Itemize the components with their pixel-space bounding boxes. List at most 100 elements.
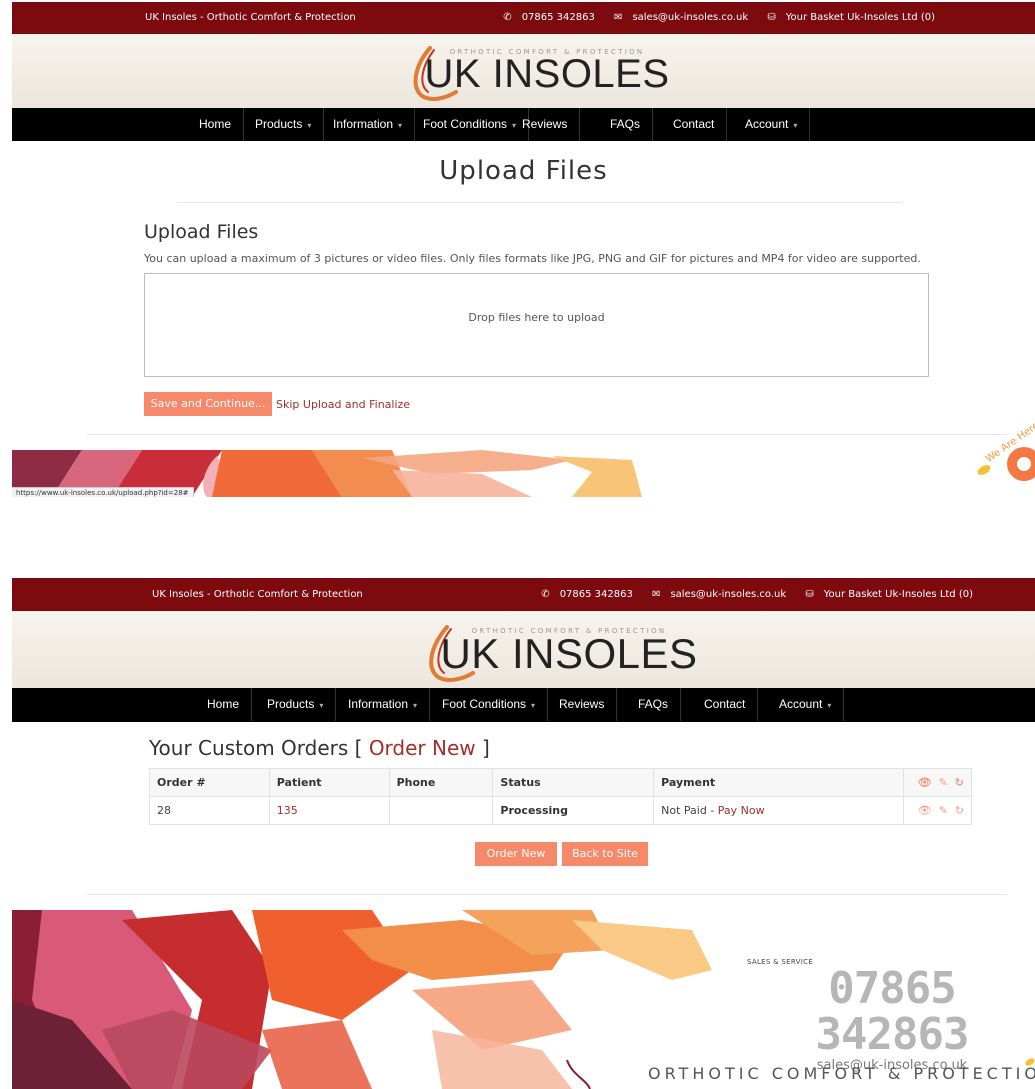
nav-account[interactable]: Account ▾	[733, 108, 811, 141]
nav-products[interactable]: Products ▾	[255, 688, 337, 721]
chevron-down-icon: ▾	[793, 121, 798, 130]
orders-title-text: Your Custom Orders [	[149, 736, 363, 760]
refresh-icon: ↻	[954, 776, 964, 789]
nav-label: Information	[333, 117, 394, 131]
nav-home[interactable]: Home	[195, 688, 253, 721]
status-cell: Processing	[492, 796, 655, 825]
phone-link[interactable]: ✆ 07865 342863	[495, 12, 595, 23]
email-text: sales@uk-insoles.co.uk	[632, 12, 749, 23]
chat-widget[interactable]: We Are Here	[972, 420, 1035, 492]
phone-text: 07865 342863	[559, 589, 633, 600]
payment-status: Not Paid	[661, 804, 707, 817]
table-row: 28 135 Processing Not Paid - Pay Now 👁 ✎ ↻	[149, 796, 973, 825]
chevron-down-icon: ▾	[319, 701, 324, 710]
orders-table: Order # Patient Phone Status Payment 👁 ✎ ↻…	[149, 768, 973, 825]
main-nav: Home Products ▾ Information ▾ Foot Conditi…	[12, 688, 1035, 722]
site-logo[interactable]: ORTHOTIC COMFORT & PROTECTION UK INSOLES	[422, 48, 672, 96]
upload-help-text: You can upload a maximum of 3 pictures o…	[144, 252, 921, 265]
file-dropzone[interactable]: Drop files here to upload	[144, 273, 929, 377]
chevron-down-icon: ▾	[413, 701, 418, 710]
table-header-row: Order # Patient Phone Status Payment 👁 ✎ ↻	[149, 768, 973, 797]
nav-contact[interactable]: Contact	[692, 688, 759, 721]
orders-title: Your Custom Orders [ Order New ]	[149, 736, 490, 760]
nav-label: Foot Conditions	[442, 697, 527, 711]
dropzone-label: Drop files here to upload	[468, 311, 605, 324]
nav-reviews[interactable]: Reviews	[510, 108, 581, 141]
nav-faqs[interactable]: FAQs	[626, 688, 682, 721]
skip-upload-link[interactable]: Skip Upload and Finalize	[276, 398, 410, 411]
nav-label: FAQs	[638, 697, 669, 711]
envelope-icon: ✉	[652, 589, 661, 600]
upload-section-title: Upload Files	[144, 221, 259, 243]
basket-icon: ⛁	[805, 589, 814, 600]
chat-bubble-icon	[1025, 1058, 1035, 1066]
back-to-site-button[interactable]: Back to Site	[562, 842, 648, 866]
nav-account[interactable]: Account ▾	[767, 688, 845, 721]
column-header[interactable]: Phone	[388, 768, 494, 797]
refresh-icon[interactable]: ↻	[955, 804, 964, 817]
nav-label: Reviews	[522, 117, 568, 131]
footer-phone[interactable]: 07865 342863	[747, 966, 1035, 1058]
nav-information[interactable]: Information ▾	[336, 688, 431, 721]
basket-text: Your Basket Uk-Insoles Ltd (0)	[823, 589, 973, 600]
nav-label: Reviews	[559, 697, 605, 711]
nav-information[interactable]: Information ▾	[321, 108, 416, 141]
upload-page-screenshot: UK Insoles - Orthotic Comfort & Protecti…	[12, 2, 1035, 497]
nav-foot-conditions[interactable]: Foot Conditions ▾	[430, 688, 549, 721]
page-title: Upload Files	[439, 156, 608, 186]
column-header[interactable]: Order #	[149, 768, 270, 797]
nav-label: Foot Conditions	[423, 117, 508, 131]
nav-home[interactable]: Home	[187, 108, 245, 141]
top-contacts: ✆ 07865 342863 ✉ sales@uk-insoles.co.uk ⛁ Y…	[525, 578, 973, 611]
top-bar: UK Insoles - Orthotic Comfort & Protecti…	[12, 578, 1035, 611]
nav-faqs[interactable]: FAQs	[598, 108, 654, 141]
site-logo[interactable]: ORTHOTIC COMFORT & PROTECTION UK INSOLES	[440, 627, 698, 675]
order-new-link[interactable]: Order New	[369, 736, 476, 760]
basket-text: Your Basket Uk-Insoles Ltd (0)	[785, 12, 935, 23]
basket-icon: ⛁	[767, 12, 776, 23]
nav-label: Contact	[704, 697, 746, 711]
column-header[interactable]: Payment	[653, 768, 904, 797]
top-contacts: ✆ 07865 342863 ✉ sales@uk-insoles.co.uk ⛁ Y…	[487, 2, 935, 34]
email-link[interactable]: ✉ sales@uk-insoles.co.uk	[644, 589, 786, 600]
browser-status-url: https://www.uk-insoles.co.uk/upload.php?…	[12, 487, 194, 497]
actions-header: 👁 ✎ ↻	[902, 768, 973, 797]
orders-page-screenshot: UK Insoles - Orthotic Comfort & Protecti…	[12, 578, 1035, 1089]
basket-link[interactable]: ⛁ Your Basket Uk-Insoles Ltd (0)	[759, 12, 935, 23]
column-header[interactable]: Status	[492, 768, 655, 797]
site-tagline: UK Insoles - Orthotic Comfort & Protecti…	[152, 589, 363, 600]
row-actions: 👁 ✎ ↻	[902, 796, 973, 825]
basket-link[interactable]: ⛁ Your Basket Uk-Insoles Ltd (0)	[797, 589, 973, 600]
chevron-down-icon: ▾	[398, 121, 403, 130]
order-new-button[interactable]: Order New	[475, 842, 557, 866]
nav-label: Account	[779, 697, 823, 711]
pay-now-link[interactable]: Pay Now	[718, 804, 765, 817]
footer-divider	[87, 434, 1007, 435]
nav-products[interactable]: Products ▾	[243, 108, 325, 141]
logo-band: ORTHOTIC COMFORT & PROTECTION UK INSOLES	[12, 611, 1035, 688]
footer-tagline: ORTHOTIC COMFORT & PROTECTION	[648, 1064, 1035, 1083]
payment-separator: -	[710, 804, 715, 817]
phone-link[interactable]: ✆ 07865 342863	[533, 589, 633, 600]
save-continue-button[interactable]: Save and Continue...	[144, 392, 272, 416]
nav-reviews[interactable]: Reviews	[547, 688, 618, 721]
column-header[interactable]: Patient	[268, 768, 390, 797]
email-text: sales@uk-insoles.co.uk	[670, 589, 787, 600]
chat-widget[interactable]	[1020, 1036, 1035, 1080]
order-number: 28	[149, 796, 270, 825]
orders-title-bracket: ]	[482, 736, 490, 760]
email-link[interactable]: ✉ sales@uk-insoles.co.uk	[606, 12, 748, 23]
nav-label: Information	[348, 697, 409, 711]
footer-feet-artwork	[12, 910, 732, 1089]
eye-icon[interactable]: 👁	[918, 804, 932, 817]
chat-bubble-icon: We Are Here	[977, 420, 1035, 481]
main-nav: Home Products ▾ Information ▾ Foot Conditi…	[12, 108, 1035, 141]
pencil-icon[interactable]: ✎	[939, 804, 948, 817]
chevron-down-icon: ▾	[531, 701, 536, 710]
logo-band: ORTHOTIC COMFORT & PROTECTION UK INSOLES	[12, 34, 1035, 108]
nav-contact[interactable]: Contact	[661, 108, 728, 141]
patient-link[interactable]: 135	[268, 796, 390, 825]
nav-label: Contact	[673, 117, 715, 131]
nav-label: Products	[255, 117, 303, 131]
logo-name: UK INSOLES	[424, 52, 670, 96]
